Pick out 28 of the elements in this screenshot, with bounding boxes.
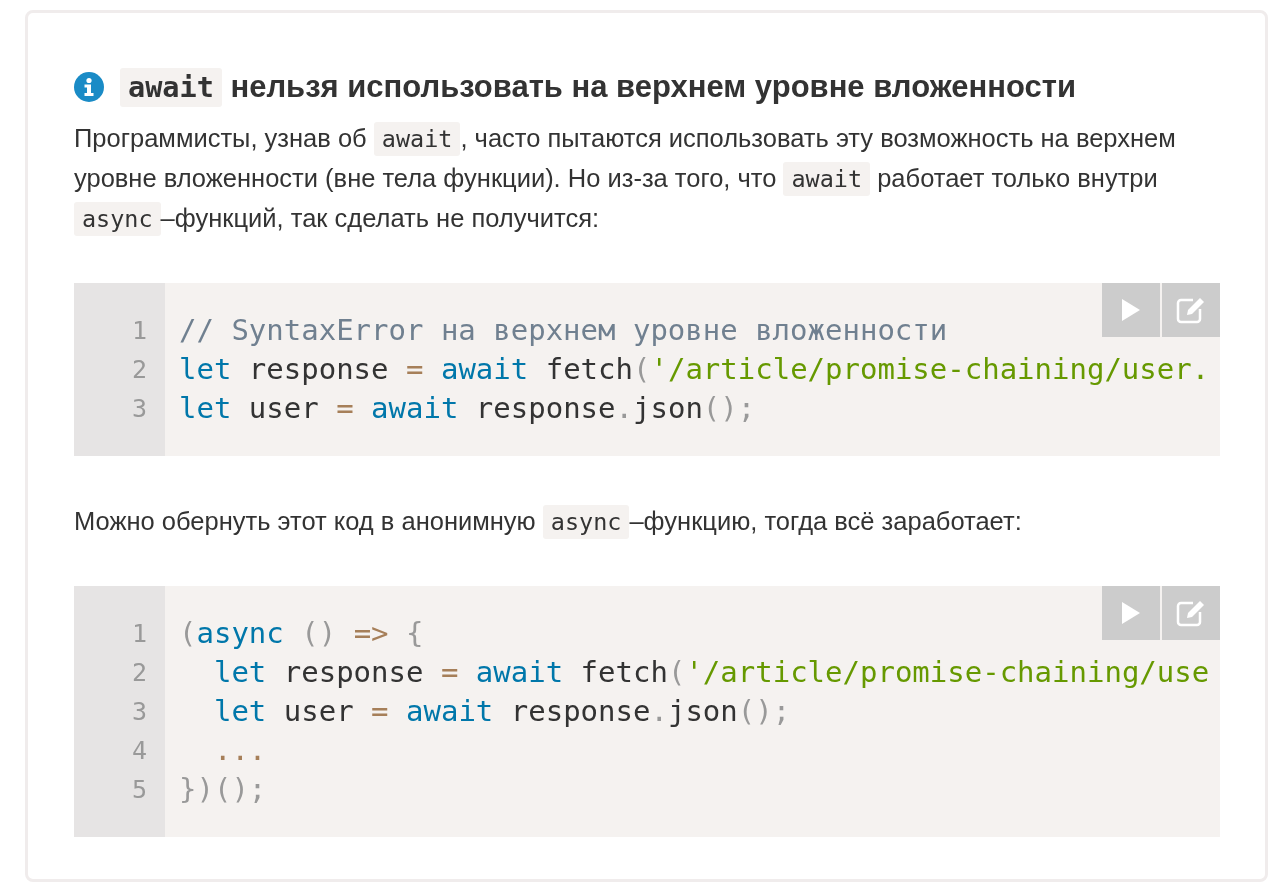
edit-button[interactable]	[1162, 283, 1220, 337]
code-line: })();	[179, 771, 267, 808]
line-number: 5	[130, 774, 147, 806]
code-line: let response = await fetch('/article/promise-chaining/user.	[179, 351, 1210, 388]
edit-icon	[1176, 296, 1206, 324]
edit-icon	[1176, 599, 1206, 627]
code-line: (async () => {	[179, 615, 424, 652]
paragraph: Можно обернуть этот код в анонимную async –функцию, тогда всё заработает:	[74, 502, 1199, 542]
line-number: 1	[130, 315, 147, 347]
code-line: let user = await response.json();	[179, 390, 756, 427]
code-line: // SyntaxError на верхнем уровне вложенности	[179, 312, 948, 349]
line-number: 2	[130, 657, 147, 689]
line-number: 2	[130, 354, 147, 386]
line-number: 3	[130, 393, 147, 425]
edit-button[interactable]	[1162, 586, 1220, 640]
play-icon	[1121, 298, 1141, 322]
run-button[interactable]	[1102, 586, 1160, 640]
run-button[interactable]	[1102, 283, 1160, 337]
code-line: ...	[212, 732, 267, 769]
line-number: 1	[130, 618, 147, 650]
line-number: 3	[130, 696, 147, 728]
play-icon	[1121, 601, 1141, 625]
paragraph: Программисты, узнав об await , часто пытаются использовать эту возможность на верхнем уровне вложенности (вне тела функции). Но из-за того, что await работает только внутри async –функций, так сделать не получится:	[74, 119, 1199, 239]
code-line: let response = await fetch('/article/promise-chaining/use	[212, 654, 1210, 691]
info-icon	[74, 72, 104, 102]
note-title: await нельзя использовать на верхнем уровне вложенности	[120, 69, 1076, 105]
line-number: 4	[130, 735, 147, 767]
code-line: let user = await response.json();	[212, 693, 791, 730]
